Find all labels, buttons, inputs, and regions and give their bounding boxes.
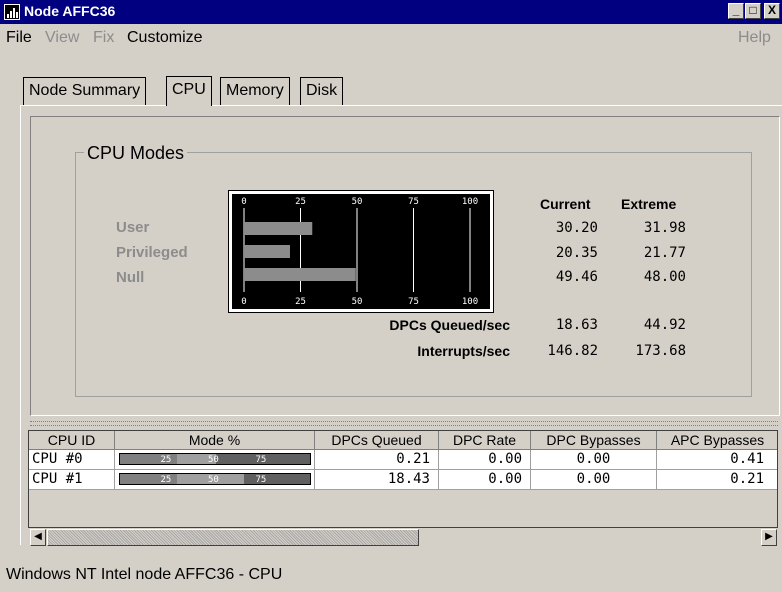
cpu-id-cell[interactable]: CPU #0 <box>29 450 115 470</box>
column-header-extreme: Extreme <box>621 196 677 212</box>
mode-bar-tick-label: 25 <box>160 475 172 485</box>
tab-disk[interactable]: Disk <box>300 77 344 105</box>
dpc-rate-cell: 0.00 <box>439 470 531 490</box>
tab-node-summary[interactable]: Node Summary <box>23 77 147 105</box>
cpu-modes-graph-svg: 0 0 25 25 50 50 75 75 100 100 <box>241 197 478 307</box>
column-header-dpcs-queued[interactable]: DPCs Queued <box>315 431 439 450</box>
menu-customize[interactable]: Customize <box>127 29 203 47</box>
column-header-cpu-id[interactable]: CPU ID <box>29 431 115 450</box>
mode-bar-tick-label: 50 <box>208 475 219 485</box>
tab-cpu[interactable]: CPU <box>166 76 212 106</box>
graph-tick-label-top: 0 <box>241 197 246 207</box>
graph-bar-null <box>244 268 356 281</box>
mode-cell: 25 50 75 <box>115 470 315 490</box>
menu-view[interactable]: View <box>45 29 79 47</box>
graph-bar-privileged <box>244 245 290 258</box>
graph-tick-label-top: 25 <box>295 197 306 207</box>
menu-fix[interactable]: Fix <box>93 29 114 47</box>
scroll-left-button[interactable]: ◀ <box>30 529 46 546</box>
mode-bar-tick-label: 75 <box>255 455 267 465</box>
cpu-table: CPU ID Mode % DPCs Queued DPC Rate DPC B… <box>28 430 778 528</box>
horizontal-scrollbar[interactable]: ◀ ▶ <box>30 529 778 546</box>
dpc-rate-cell: 0.00 <box>439 450 531 470</box>
cpu-modes-graph: 0 0 25 25 50 50 75 75 100 100 <box>228 190 494 313</box>
column-header-apc-bypasses[interactable]: APC Bypasses <box>657 431 777 450</box>
privileged-extreme-value: 21.77 <box>643 245 686 261</box>
tab-memory[interactable]: Memory <box>220 77 290 105</box>
mode-bar-segment <box>243 474 310 484</box>
window-title: Node AFFC36 <box>24 3 116 19</box>
column-header-dpc-rate[interactable]: DPC Rate <box>439 431 531 450</box>
app-icon <box>4 4 20 20</box>
scroll-thumb[interactable] <box>47 529 419 546</box>
mode-bar: 25 50 75 <box>119 453 311 465</box>
graph-tick-label-bottom: 0 <box>241 297 246 307</box>
mode-label-privileged: Privileged <box>116 244 188 261</box>
graph-tick-label-bottom: 50 <box>352 297 363 307</box>
title-bar: Node AFFC36 _ □ X <box>0 0 782 24</box>
dpcs-queued-current-value: 18.63 <box>555 317 598 333</box>
user-current-value: 30.20 <box>555 220 598 236</box>
graph-tick-label-top: 100 <box>462 197 478 207</box>
mode-label-user: User <box>116 219 150 236</box>
apc-bypasses-cell: 0.41 <box>657 450 777 470</box>
interrupts-current-value: 146.82 <box>547 343 598 359</box>
dpcs-queued-label: DPCs Queued/sec <box>389 317 510 333</box>
cpu-id-cell[interactable]: CPU #1 <box>29 470 115 490</box>
dpc-bypasses-cell: 0.00 <box>531 450 657 470</box>
cpu-modes-label: CPU Modes <box>84 143 188 164</box>
mode-bar-tick-label: 25 <box>160 455 172 465</box>
mode-bar-tick-label: 50 <box>208 455 219 465</box>
scroll-right-button[interactable]: ▶ <box>761 529 777 546</box>
null-extreme-value: 48.00 <box>643 269 686 285</box>
mode-bar: 25 50 75 <box>119 473 311 485</box>
pane-splitter[interactable] <box>30 421 778 426</box>
null-current-value: 49.46 <box>555 269 598 285</box>
interrupts-extreme-value: 173.68 <box>635 343 686 359</box>
dpcs-queued-cell: 0.21 <box>315 450 439 470</box>
mode-bar-tick-label: 75 <box>255 475 267 485</box>
menu-file[interactable]: File <box>6 29 32 47</box>
dpc-bypasses-cell: 0.00 <box>531 470 657 490</box>
graph-bar-user <box>244 222 313 235</box>
dpcs-queued-extreme-value: 44.92 <box>643 317 686 333</box>
status-bar: Windows NT Intel node AFFC36 - CPU <box>6 566 283 583</box>
graph-tick-label-bottom: 100 <box>462 297 478 307</box>
user-extreme-value: 31.98 <box>643 220 686 236</box>
column-header-current: Current <box>540 196 591 212</box>
minimize-button[interactable]: _ <box>728 3 744 19</box>
graph-tick-label-top: 50 <box>352 197 363 207</box>
apc-bypasses-cell: 0.21 <box>657 470 777 490</box>
menu-help[interactable]: Help <box>738 29 771 47</box>
menu-bar: File View Fix Customize Help <box>0 24 782 54</box>
dpcs-queued-cell: 18.43 <box>315 470 439 490</box>
privileged-current-value: 20.35 <box>555 245 598 261</box>
close-button[interactable]: X <box>764 3 780 19</box>
graph-tick-label-top: 75 <box>408 197 419 207</box>
maximize-button[interactable]: □ <box>745 3 761 19</box>
interrupts-label: Interrupts/sec <box>417 343 510 359</box>
column-header-dpc-bypasses[interactable]: DPC Bypasses <box>531 431 657 450</box>
mode-cell: 25 50 75 <box>115 450 315 470</box>
mode-label-null: Null <box>116 269 145 286</box>
graph-tick-label-bottom: 75 <box>408 297 419 307</box>
graph-tick-label-bottom: 25 <box>295 297 306 307</box>
column-header-mode[interactable]: Mode % <box>115 431 315 450</box>
